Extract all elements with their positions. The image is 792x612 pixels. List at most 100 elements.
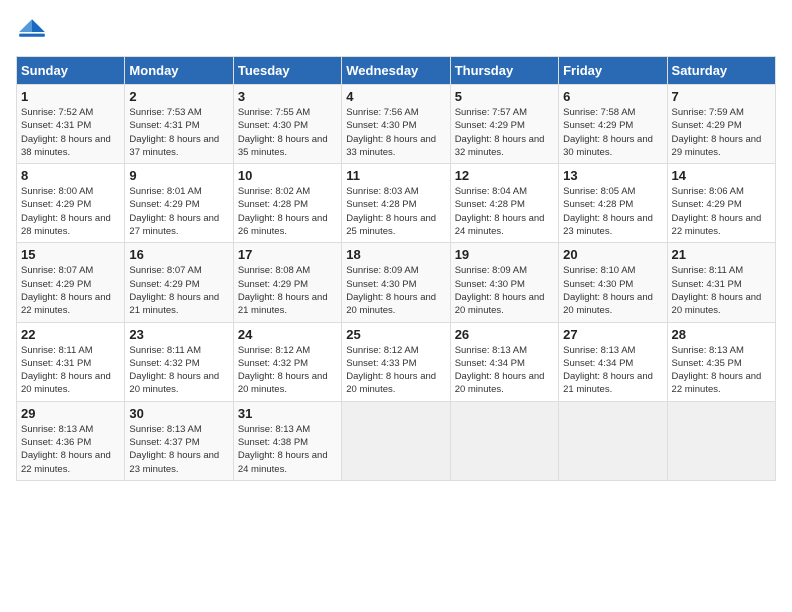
calendar-cell: 25 Sunrise: 8:12 AMSunset: 4:33 PMDayligh… bbox=[342, 322, 450, 401]
day-info: Sunrise: 8:01 AMSunset: 4:29 PMDaylight:… bbox=[129, 185, 228, 238]
day-info: Sunrise: 8:13 AMSunset: 4:36 PMDaylight:… bbox=[21, 423, 120, 476]
calendar-cell: 18 Sunrise: 8:09 AMSunset: 4:30 PMDayligh… bbox=[342, 243, 450, 322]
day-info: Sunrise: 8:07 AMSunset: 4:29 PMDaylight:… bbox=[129, 264, 228, 317]
day-info: Sunrise: 8:02 AMSunset: 4:28 PMDaylight:… bbox=[238, 185, 337, 238]
calendar-cell: 28Sunrise: 8:13 AMSunset: 4:35 PMDayligh… bbox=[667, 322, 775, 401]
day-info: Sunrise: 8:03 AMSunset: 4:28 PMDaylight:… bbox=[346, 185, 445, 238]
day-number: 16 bbox=[129, 247, 228, 262]
day-number: 25 bbox=[346, 327, 445, 342]
day-info: Sunrise: 8:09 AMSunset: 4:30 PMDaylight:… bbox=[455, 264, 554, 317]
day-info: Sunrise: 7:53 AMSunset: 4:31 PMDaylight:… bbox=[129, 106, 228, 159]
day-info: Sunrise: 8:07 AMSunset: 4:29 PMDaylight:… bbox=[21, 264, 120, 317]
calendar-cell: 10 Sunrise: 8:02 AMSunset: 4:28 PMDayligh… bbox=[233, 164, 341, 243]
calendar-cell: 26 Sunrise: 8:13 AMSunset: 4:34 PMDayligh… bbox=[450, 322, 558, 401]
day-info: Sunrise: 8:06 AMSunset: 4:29 PMDaylight:… bbox=[672, 185, 771, 238]
calendar-cell: 4 Sunrise: 7:56 AMSunset: 4:30 PMDaylight… bbox=[342, 85, 450, 164]
day-number: 20 bbox=[563, 247, 662, 262]
day-number: 2 bbox=[129, 89, 228, 104]
calendar-cell: 19 Sunrise: 8:09 AMSunset: 4:30 PMDayligh… bbox=[450, 243, 558, 322]
day-number: 21 bbox=[672, 247, 771, 262]
day-number: 7 bbox=[672, 89, 771, 104]
day-info: Sunrise: 8:12 AMSunset: 4:33 PMDaylight:… bbox=[346, 344, 445, 397]
calendar-cell: 31Sunrise: 8:13 AMSunset: 4:38 PMDayligh… bbox=[233, 401, 341, 480]
calendar-cell bbox=[450, 401, 558, 480]
day-info: Sunrise: 8:13 AMSunset: 4:37 PMDaylight:… bbox=[129, 423, 228, 476]
day-info: Sunrise: 8:13 AMSunset: 4:35 PMDaylight:… bbox=[672, 344, 771, 397]
day-info: Sunrise: 8:09 AMSunset: 4:30 PMDaylight:… bbox=[346, 264, 445, 317]
day-number: 15 bbox=[21, 247, 120, 262]
calendar-cell: 21 Sunrise: 8:11 AMSunset: 4:31 PMDayligh… bbox=[667, 243, 775, 322]
calendar-cell: 22 Sunrise: 8:11 AMSunset: 4:31 PMDayligh… bbox=[17, 322, 125, 401]
calendar-cell: 17 Sunrise: 8:08 AMSunset: 4:29 PMDayligh… bbox=[233, 243, 341, 322]
day-number: 30 bbox=[129, 406, 228, 421]
calendar-cell: 29 Sunrise: 8:13 AMSunset: 4:36 PMDayligh… bbox=[17, 401, 125, 480]
day-number: 13 bbox=[563, 168, 662, 183]
day-info: Sunrise: 8:11 AMSunset: 4:32 PMDaylight:… bbox=[129, 344, 228, 397]
calendar-cell: 11 Sunrise: 8:03 AMSunset: 4:28 PMDayligh… bbox=[342, 164, 450, 243]
day-number: 3 bbox=[238, 89, 337, 104]
calendar-cell: 30 Sunrise: 8:13 AMSunset: 4:37 PMDayligh… bbox=[125, 401, 233, 480]
day-number: 9 bbox=[129, 168, 228, 183]
day-info: Sunrise: 8:08 AMSunset: 4:29 PMDaylight:… bbox=[238, 264, 337, 317]
day-of-week-header: Monday bbox=[125, 57, 233, 85]
day-info: Sunrise: 8:13 AMSunset: 4:34 PMDaylight:… bbox=[563, 344, 662, 397]
day-number: 24 bbox=[238, 327, 337, 342]
calendar-cell: 12 Sunrise: 8:04 AMSunset: 4:28 PMDayligh… bbox=[450, 164, 558, 243]
calendar-cell: 7Sunrise: 7:59 AMSunset: 4:29 PMDaylight… bbox=[667, 85, 775, 164]
day-info: Sunrise: 8:11 AMSunset: 4:31 PMDaylight:… bbox=[672, 264, 771, 317]
day-info: Sunrise: 7:56 AMSunset: 4:30 PMDaylight:… bbox=[346, 106, 445, 159]
day-of-week-header: Wednesday bbox=[342, 57, 450, 85]
day-number: 23 bbox=[129, 327, 228, 342]
day-info: Sunrise: 7:55 AMSunset: 4:30 PMDaylight:… bbox=[238, 106, 337, 159]
logo-icon bbox=[16, 16, 48, 48]
day-info: Sunrise: 8:00 AMSunset: 4:29 PMDaylight:… bbox=[21, 185, 120, 238]
logo bbox=[16, 16, 52, 48]
day-info: Sunrise: 8:12 AMSunset: 4:32 PMDaylight:… bbox=[238, 344, 337, 397]
day-info: Sunrise: 8:04 AMSunset: 4:28 PMDaylight:… bbox=[455, 185, 554, 238]
calendar-cell: 8 Sunrise: 8:00 AMSunset: 4:29 PMDaylight… bbox=[17, 164, 125, 243]
day-info: Sunrise: 8:05 AMSunset: 4:28 PMDaylight:… bbox=[563, 185, 662, 238]
calendar-cell: 20 Sunrise: 8:10 AMSunset: 4:30 PMDayligh… bbox=[559, 243, 667, 322]
day-number: 5 bbox=[455, 89, 554, 104]
day-number: 10 bbox=[238, 168, 337, 183]
day-number: 29 bbox=[21, 406, 120, 421]
day-info: Sunrise: 7:58 AMSunset: 4:29 PMDaylight:… bbox=[563, 106, 662, 159]
day-number: 19 bbox=[455, 247, 554, 262]
day-of-week-header: Friday bbox=[559, 57, 667, 85]
day-number: 12 bbox=[455, 168, 554, 183]
day-of-week-header: Tuesday bbox=[233, 57, 341, 85]
calendar: SundayMondayTuesdayWednesdayThursdayFrid… bbox=[16, 56, 776, 481]
day-info: Sunrise: 8:13 AMSunset: 4:34 PMDaylight:… bbox=[455, 344, 554, 397]
day-info: Sunrise: 7:57 AMSunset: 4:29 PMDaylight:… bbox=[455, 106, 554, 159]
day-number: 22 bbox=[21, 327, 120, 342]
calendar-cell bbox=[342, 401, 450, 480]
day-number: 18 bbox=[346, 247, 445, 262]
calendar-cell: 16 Sunrise: 8:07 AMSunset: 4:29 PMDayligh… bbox=[125, 243, 233, 322]
calendar-cell: 5 Sunrise: 7:57 AMSunset: 4:29 PMDaylight… bbox=[450, 85, 558, 164]
calendar-cell: 9 Sunrise: 8:01 AMSunset: 4:29 PMDaylight… bbox=[125, 164, 233, 243]
calendar-cell: 24 Sunrise: 8:12 AMSunset: 4:32 PMDayligh… bbox=[233, 322, 341, 401]
day-number: 31 bbox=[238, 406, 337, 421]
calendar-cell: 3 Sunrise: 7:55 AMSunset: 4:30 PMDaylight… bbox=[233, 85, 341, 164]
day-number: 8 bbox=[21, 168, 120, 183]
calendar-cell: 23 Sunrise: 8:11 AMSunset: 4:32 PMDayligh… bbox=[125, 322, 233, 401]
day-number: 1 bbox=[21, 89, 120, 104]
day-info: Sunrise: 8:10 AMSunset: 4:30 PMDaylight:… bbox=[563, 264, 662, 317]
day-number: 11 bbox=[346, 168, 445, 183]
calendar-cell: 13 Sunrise: 8:05 AMSunset: 4:28 PMDayligh… bbox=[559, 164, 667, 243]
day-number: 26 bbox=[455, 327, 554, 342]
day-info: Sunrise: 8:11 AMSunset: 4:31 PMDaylight:… bbox=[21, 344, 120, 397]
day-info: Sunrise: 7:52 AMSunset: 4:31 PMDaylight:… bbox=[21, 106, 120, 159]
day-number: 14 bbox=[672, 168, 771, 183]
day-number: 4 bbox=[346, 89, 445, 104]
calendar-cell: 15 Sunrise: 8:07 AMSunset: 4:29 PMDayligh… bbox=[17, 243, 125, 322]
day-number: 6 bbox=[563, 89, 662, 104]
calendar-cell: 27 Sunrise: 8:13 AMSunset: 4:34 PMDayligh… bbox=[559, 322, 667, 401]
calendar-cell: 6 Sunrise: 7:58 AMSunset: 4:29 PMDaylight… bbox=[559, 85, 667, 164]
day-number: 17 bbox=[238, 247, 337, 262]
calendar-cell: 2 Sunrise: 7:53 AMSunset: 4:31 PMDaylight… bbox=[125, 85, 233, 164]
day-number: 27 bbox=[563, 327, 662, 342]
page-header bbox=[16, 16, 776, 48]
calendar-cell bbox=[667, 401, 775, 480]
calendar-cell bbox=[559, 401, 667, 480]
